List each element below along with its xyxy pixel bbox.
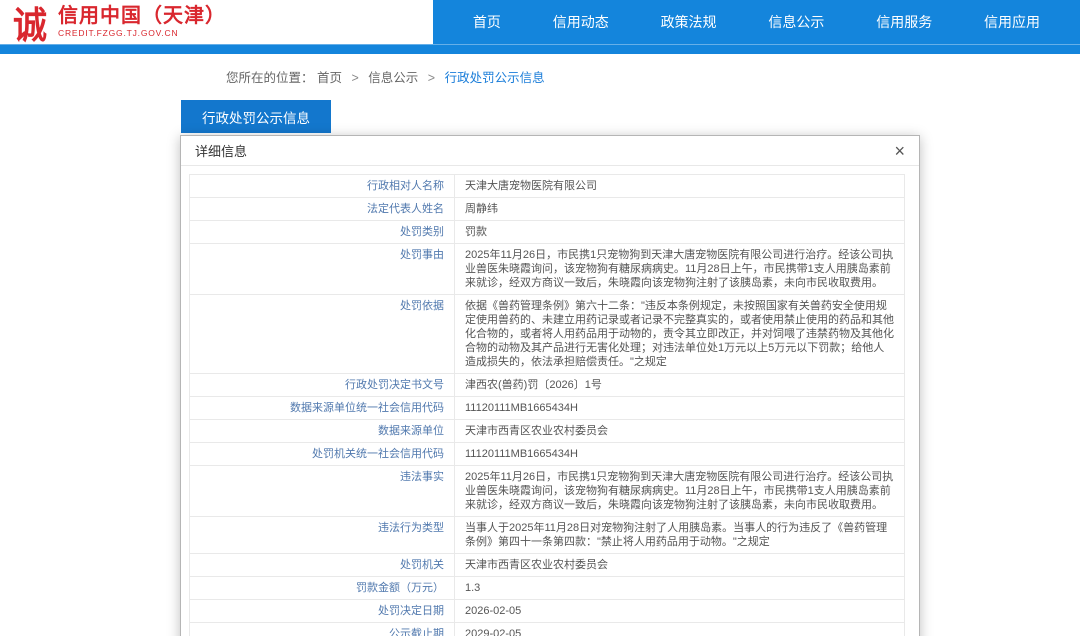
credit-seal-icon: 诚 [10, 0, 50, 43]
field-label: 行政处罚决定书文号 [190, 374, 455, 397]
field-value: 2025年11月26日，市民携1只宠物狗到天津大唐宠物医院有限公司进行治疗。经该… [455, 244, 905, 295]
site-header: 诚 信用中国（天津） CREDIT.FZGG.TJ.GOV.CN 首页 信用动态… [0, 0, 1080, 44]
field-label: 处罚机关统一社会信用代码 [190, 443, 455, 466]
modal-title: 详细信息 [195, 141, 247, 160]
site-title: 信用中国（天津） [58, 5, 226, 27]
field-label: 处罚类别 [190, 221, 455, 244]
field-value: 11120111MB1665434H [455, 397, 905, 420]
close-icon[interactable]: × [894, 142, 905, 160]
header-divider-strip [0, 44, 1080, 54]
field-label: 违法行为类型 [190, 517, 455, 554]
breadcrumb-prefix: 您所在的位置： [226, 71, 314, 85]
field-label: 违法事实 [190, 466, 455, 517]
table-row: 处罚事由 2025年11月26日，市民携1只宠物狗到天津大唐宠物医院有限公司进行… [190, 244, 905, 295]
nav-item[interactable]: 信息公示 [768, 12, 824, 32]
site-subtitle: CREDIT.FZGG.TJ.GOV.CN [58, 29, 226, 38]
breadcrumb-separator: > [428, 71, 435, 85]
table-row: 处罚机关 天津市西青区农业农村委员会 [190, 554, 905, 577]
field-value: 2025年11月26日，市民携1只宠物狗到天津大唐宠物医院有限公司进行治疗。经该… [455, 466, 905, 517]
field-label: 公示截止期 [190, 623, 455, 636]
table-row: 数据来源单位 天津市西青区农业农村委员会 [190, 420, 905, 443]
table-row: 法定代表人姓名 周静纬 [190, 198, 905, 221]
breadcrumb-home[interactable]: 首页 [317, 71, 342, 85]
breadcrumb-info-disclosure[interactable]: 信息公示 [368, 71, 418, 85]
table-row: 行政处罚决定书文号 津西农(兽药)罚〔2026〕1号 [190, 374, 905, 397]
table-row: 行政相对人名称 天津大唐宠物医院有限公司 [190, 175, 905, 198]
nav-item[interactable]: 信用服务 [876, 12, 932, 32]
field-value: 天津市西青区农业农村委员会 [455, 554, 905, 577]
field-label: 数据来源单位统一社会信用代码 [190, 397, 455, 420]
table-row: 数据来源单位统一社会信用代码 11120111MB1665434H [190, 397, 905, 420]
table-row: 违法事实 2025年11月26日，市民携1只宠物狗到天津大唐宠物医院有限公司进行… [190, 466, 905, 517]
breadcrumb-separator: > [352, 71, 359, 85]
field-value: 津西农(兽药)罚〔2026〕1号 [455, 374, 905, 397]
field-label: 处罚依据 [190, 295, 455, 374]
nav-item[interactable]: 信用应用 [984, 12, 1040, 32]
field-label: 处罚机关 [190, 554, 455, 577]
detail-modal: 详细信息 × 行政相对人名称 天津大唐宠物医院有限公司 法定代表人姓名 周静纬 … [180, 135, 920, 636]
modal-header: 详细信息 × [181, 136, 919, 166]
table-row: 公示截止期 2029-02-05 [190, 623, 905, 636]
breadcrumb: 您所在的位置： 首页 > 信息公示 > 行政处罚公示信息 [226, 67, 1080, 86]
field-value: 天津大唐宠物医院有限公司 [455, 175, 905, 198]
field-label: 处罚事由 [190, 244, 455, 295]
table-row: 处罚类别 罚款 [190, 221, 905, 244]
detail-table: 行政相对人名称 天津大唐宠物医院有限公司 法定代表人姓名 周静纬 处罚类别 罚款… [189, 174, 905, 636]
field-value: 1.3 [455, 577, 905, 600]
field-value: 依据《兽药管理条例》第六十二条："违反本条例规定，未按照国家有关兽药安全使用规定… [455, 295, 905, 374]
field-value: 周静纬 [455, 198, 905, 221]
site-logo[interactable]: 诚 信用中国（天津） CREDIT.FZGG.TJ.GOV.CN [0, 0, 433, 44]
tab-administrative-penalty[interactable]: 行政处罚公示信息 [181, 100, 331, 133]
table-row: 罚款金额（万元） 1.3 [190, 577, 905, 600]
nav-item[interactable]: 政策法规 [661, 12, 717, 32]
field-value: 当事人于2025年11月28日对宠物狗注射了人用胰岛素。当事人的行为违反了《兽药… [455, 517, 905, 554]
table-row: 处罚机关统一社会信用代码 11120111MB1665434H [190, 443, 905, 466]
nav-item[interactable]: 信用动态 [553, 12, 609, 32]
field-label: 数据来源单位 [190, 420, 455, 443]
field-label: 罚款金额（万元） [190, 577, 455, 600]
table-row: 违法行为类型 当事人于2025年11月28日对宠物狗注射了人用胰岛素。当事人的行… [190, 517, 905, 554]
modal-body: 行政相对人名称 天津大唐宠物医院有限公司 法定代表人姓名 周静纬 处罚类别 罚款… [181, 166, 919, 636]
field-value: 2029-02-05 [455, 623, 905, 636]
field-value: 天津市西青区农业农村委员会 [455, 420, 905, 443]
nav-item[interactable]: 首页 [473, 12, 501, 32]
table-row: 处罚决定日期 2026-02-05 [190, 600, 905, 623]
field-label: 处罚决定日期 [190, 600, 455, 623]
field-value: 罚款 [455, 221, 905, 244]
field-value: 2026-02-05 [455, 600, 905, 623]
field-value: 11120111MB1665434H [455, 443, 905, 466]
breadcrumb-current-page[interactable]: 行政处罚公示信息 [445, 71, 545, 85]
field-label: 行政相对人名称 [190, 175, 455, 198]
main-nav: 首页 信用动态 政策法规 信息公示 信用服务 信用应用 [433, 0, 1080, 44]
table-row: 处罚依据 依据《兽药管理条例》第六十二条："违反本条例规定，未按照国家有关兽药安… [190, 295, 905, 374]
field-label: 法定代表人姓名 [190, 198, 455, 221]
